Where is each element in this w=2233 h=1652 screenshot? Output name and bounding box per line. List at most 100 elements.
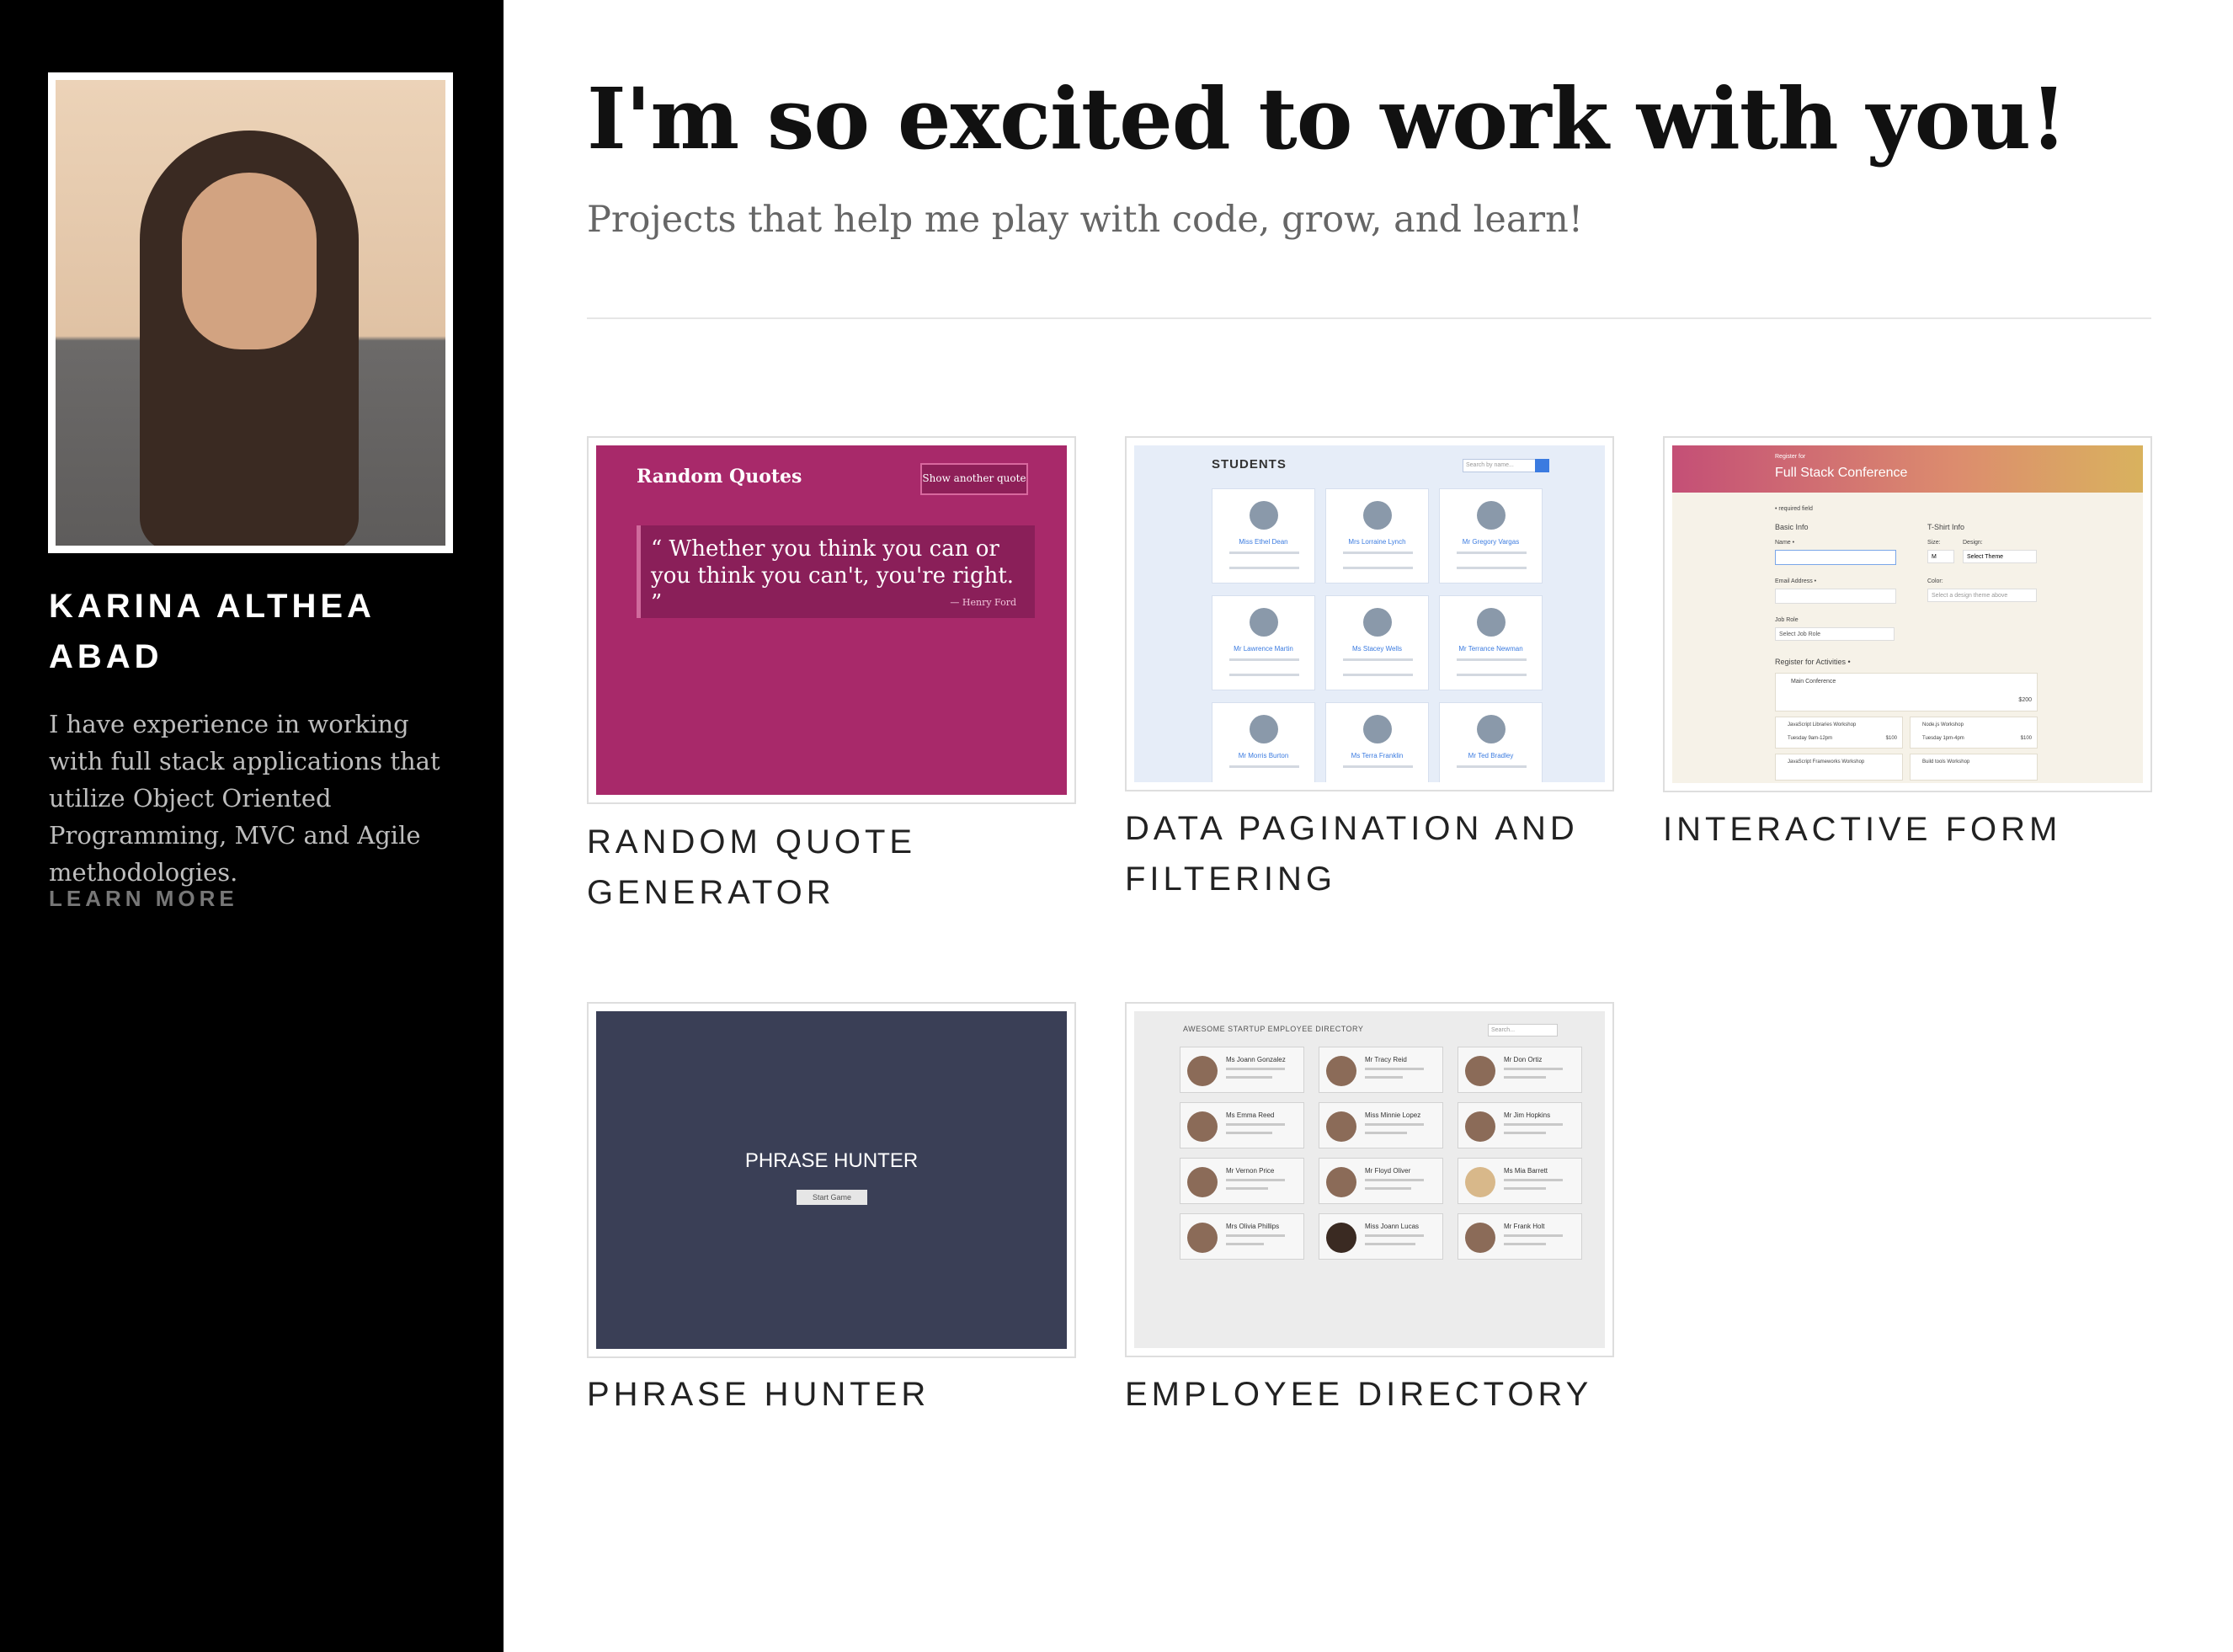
avatar (1363, 715, 1392, 743)
text-line (1504, 1068, 1563, 1070)
project-title[interactable]: PHRASE HUNTER (587, 1369, 1058, 1420)
student-card: Mr Morris Burton (1212, 702, 1315, 782)
activity-price: $100 (1885, 736, 1897, 741)
preview-kicker: Register for (1775, 454, 1806, 460)
activity-name: Build tools Workshop (1922, 759, 1970, 765)
employee-card: Mr Floyd Oliver (1319, 1158, 1443, 1204)
avatar (1363, 501, 1392, 530)
preview-quote-box: “ Whether you think you can or you think… (637, 525, 1035, 618)
text-line (1365, 1179, 1424, 1181)
preview-heading: STUDENTS (1212, 457, 1287, 472)
text-line (1504, 1234, 1563, 1237)
employee-card: Mr Vernon Price (1180, 1158, 1304, 1204)
employee-card: Mrs Olivia Phillips (1180, 1213, 1304, 1260)
employee-card: Mr Don Ortiz (1458, 1047, 1582, 1093)
project-thumbnail[interactable]: Random Quotes Show another quote “ Wheth… (587, 436, 1076, 804)
text-line (1457, 765, 1527, 768)
employee-name: Mr Don Ortiz (1504, 1056, 1543, 1063)
project-thumbnail[interactable]: Register for Full Stack Conference • req… (1663, 436, 2152, 792)
text-line (1229, 552, 1299, 554)
page-title: I'm so excited to work with you! (587, 69, 2067, 168)
text-line (1343, 658, 1413, 661)
portrait-face (182, 173, 317, 349)
form-preview: Register for Full Stack Conference • req… (1672, 445, 2143, 783)
text-line (1229, 674, 1299, 676)
phrase-hunter-preview: PHRASE HUNTER Start Game (596, 1011, 1067, 1349)
text-line (1504, 1187, 1546, 1190)
employee-directory-preview: AWESOME STARTUP EMPLOYEE DIRECTORY Searc… (1134, 1011, 1605, 1348)
text-line (1457, 567, 1527, 569)
header-divider (587, 317, 2151, 319)
student-name: Ms Stacey Wells (1352, 645, 1402, 653)
employee-card: Mr Tracy Reid (1319, 1047, 1443, 1093)
student-card: Mr Ted Bradley (1439, 702, 1543, 782)
employee-name: Ms Joann Gonzalez (1226, 1056, 1286, 1063)
student-card: Miss Ethel Dean (1212, 488, 1315, 584)
learn-more-link[interactable]: LEARN MORE (49, 886, 238, 912)
project-thumbnail[interactable]: AWESOME STARTUP EMPLOYEE DIRECTORY Searc… (1125, 1002, 1614, 1357)
project-title[interactable]: EMPLOYEE DIRECTORY (1125, 1369, 1596, 1420)
preview-search-input: Search... (1488, 1024, 1558, 1036)
text-line (1365, 1068, 1424, 1070)
student-name: Ms Terra Franklin (1351, 752, 1404, 759)
preview-job-label: Job Role (1775, 617, 1799, 623)
avatar (1187, 1056, 1218, 1086)
text-line (1504, 1123, 1563, 1126)
text-line (1343, 674, 1413, 676)
employee-name: Mr Jim Hopkins (1504, 1111, 1551, 1119)
text-line (1504, 1132, 1546, 1134)
avatar (1326, 1111, 1356, 1142)
preview-name-label: Name • (1775, 540, 1795, 546)
profile-bio: I have experience in working with full s… (49, 710, 440, 887)
text-line (1226, 1234, 1285, 1237)
text-line (1457, 658, 1527, 661)
profile-photo (48, 72, 453, 553)
employee-name: Mrs Olivia Phillips (1226, 1223, 1280, 1230)
preview-size-select: M (1927, 550, 1954, 563)
project-thumbnail[interactable]: STUDENTS Search by name... Miss Ethel De… (1125, 436, 1614, 791)
activity-name: JavaScript Libraries Workshop (1788, 722, 1857, 727)
preview-search-icon (1535, 459, 1549, 472)
activity-time: Tuesday 9am-12pm (1788, 736, 1833, 741)
text-line (1229, 658, 1299, 661)
preview-activity-1: JavaScript Libraries Workshop Tuesday 9a… (1775, 717, 1903, 749)
project-thumbnail[interactable]: PHRASE HUNTER Start Game (587, 1002, 1076, 1358)
avatar (1465, 1056, 1495, 1086)
student-card: Mrs Lorraine Lynch (1325, 488, 1429, 584)
student-card: Mr Gregory Vargas (1439, 488, 1543, 584)
text-line (1365, 1132, 1407, 1134)
student-name: Mr Terrance Newman (1458, 645, 1523, 653)
preview-start-game-button: Start Game (797, 1190, 867, 1205)
preview-design-select: Select Theme (1963, 550, 2037, 563)
text-line (1343, 552, 1413, 554)
avatar (1326, 1167, 1356, 1197)
employee-card: Mr Jim Hopkins (1458, 1102, 1582, 1148)
text-line (1229, 567, 1299, 569)
student-card: Mr Terrance Newman (1439, 595, 1543, 690)
preview-color-label: Color: (1927, 578, 1943, 584)
text-line (1504, 1179, 1563, 1181)
employee-card: Miss Minnie Lopez (1319, 1102, 1443, 1148)
employee-name: Mr Vernon Price (1226, 1167, 1275, 1175)
preview-job-select: Select Job Role (1775, 627, 1895, 641)
preview-required-note: • required field (1775, 506, 1813, 512)
employee-name: Mr Frank Holt (1504, 1223, 1545, 1230)
project-title[interactable]: DATA PAGINATION AND FILTERING (1125, 803, 1596, 904)
sidebar: KARINA ALTHEA ABAD I have experience in … (0, 0, 504, 1652)
avatar (1187, 1223, 1218, 1253)
text-line (1457, 674, 1527, 676)
activity-name: Main Conference (1791, 679, 1836, 685)
avatar (1465, 1167, 1495, 1197)
text-line (1229, 765, 1299, 768)
preview-title: Random Quotes (637, 466, 802, 488)
text-line (1365, 1187, 1411, 1190)
preview-show-quote-button: Show another quote (920, 463, 1028, 495)
text-line (1457, 552, 1527, 554)
preview-quote-author: — Henry Ford (950, 597, 1016, 608)
employee-name: Ms Emma Reed (1226, 1111, 1275, 1119)
project-title[interactable]: RANDOM QUOTE GENERATOR (587, 817, 1058, 918)
avatar (1477, 501, 1506, 530)
project-title[interactable]: INTERACTIVE FORM (1663, 804, 2134, 855)
preview-title: Full Stack Conference (1775, 466, 1908, 480)
preview-email-input (1775, 589, 1896, 604)
